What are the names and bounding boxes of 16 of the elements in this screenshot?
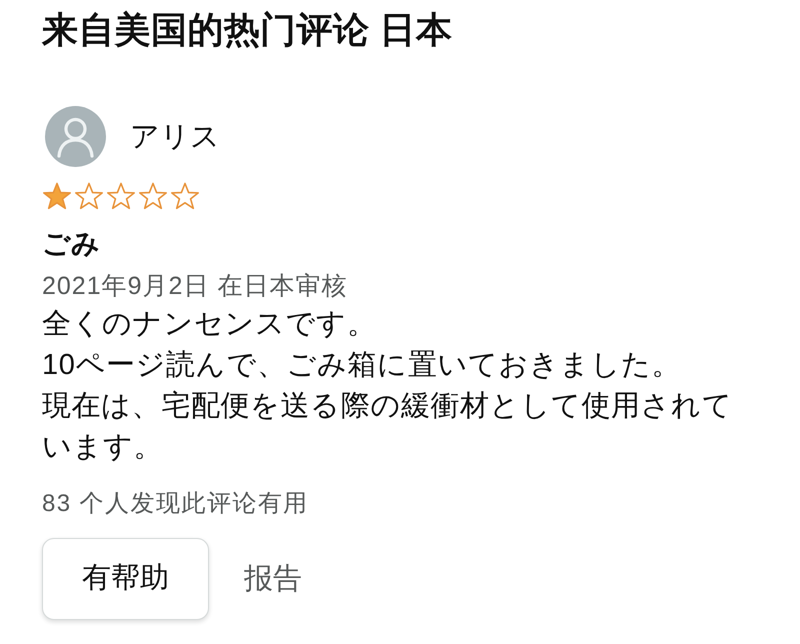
star-icon: [138, 182, 168, 210]
helpful-button[interactable]: 有帮助: [42, 538, 209, 620]
star-icon: [74, 182, 104, 210]
reviewer-name: アリス: [130, 120, 220, 154]
avatar-icon: [45, 106, 106, 167]
review-text: 全くのナンセンスです。: [42, 307, 378, 342]
helpful-count: 83 个人发现此评论有用: [42, 489, 309, 519]
review-title: ごみ: [42, 227, 100, 261]
section-title: 来自美国的热门评论 日本: [42, 8, 452, 52]
star-icon: [106, 182, 136, 210]
star-icon: [42, 182, 72, 210]
review-date: 2021年9月2日 在日本审核: [42, 271, 348, 302]
star-icon: [170, 182, 200, 210]
review-text: 現在は、宅配便を送る際の緩衝材として使用されています。: [42, 389, 734, 465]
report-link[interactable]: 报告: [244, 561, 302, 597]
review-text: 10ページ読んで、ごみ箱に置いておきました。: [42, 348, 682, 383]
